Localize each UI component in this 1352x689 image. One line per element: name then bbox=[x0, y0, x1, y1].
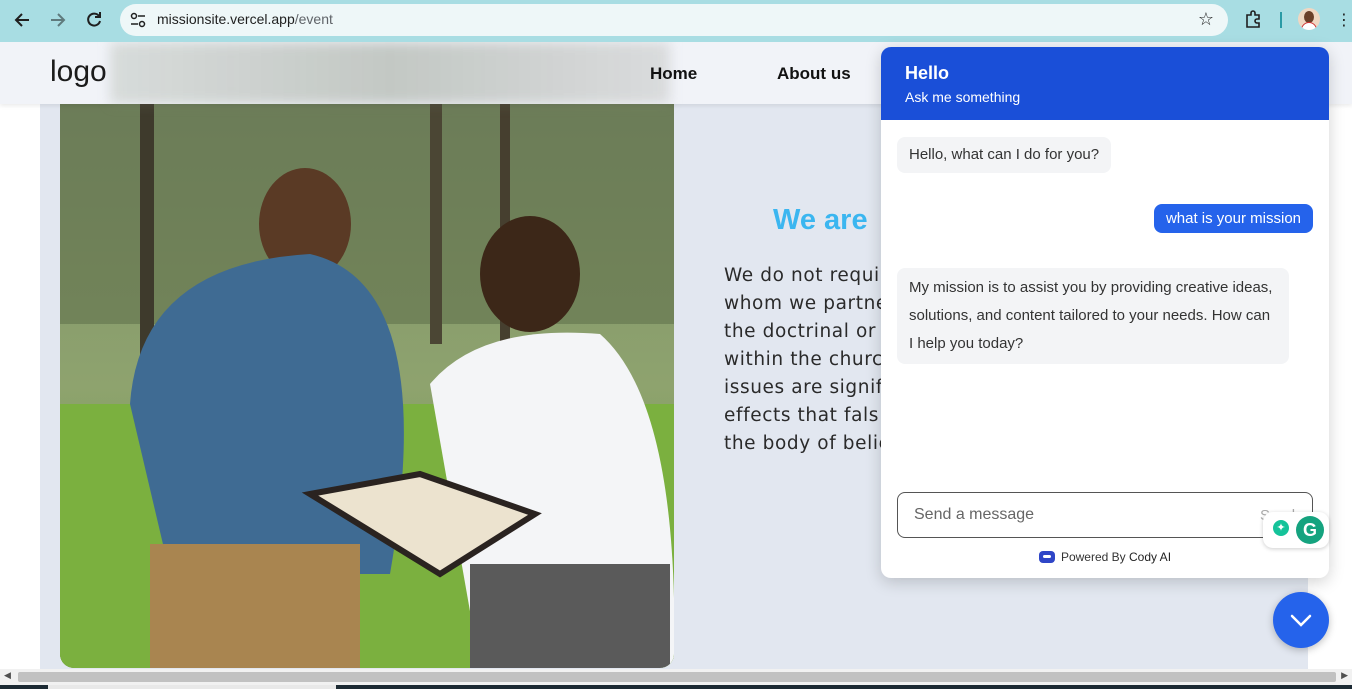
address-bar[interactable]: missionsite.vercel.app/event ☆ bbox=[120, 4, 1228, 36]
url-path: /event bbox=[294, 11, 333, 27]
hero-line: effects that fals bbox=[724, 405, 880, 426]
chat-header: Hello Ask me something bbox=[881, 47, 1329, 120]
nav-about-us[interactable]: About us bbox=[777, 64, 851, 84]
powered-prefix: Powered By bbox=[1060, 550, 1126, 564]
scroll-left-icon[interactable]: ◀ bbox=[4, 671, 11, 681]
profile-avatar-icon[interactable] bbox=[1298, 8, 1320, 30]
chat-widget: Hello Ask me something Hello, what can I… bbox=[881, 47, 1329, 578]
url-host: missionsite.vercel.app bbox=[157, 11, 295, 27]
chat-subtitle: Ask me something bbox=[905, 89, 1021, 105]
toolbar-divider bbox=[1280, 12, 1282, 28]
site-info-icon[interactable] bbox=[130, 12, 146, 28]
hero-line: whom we partne bbox=[724, 293, 884, 314]
hero-line: We do not requi bbox=[724, 265, 880, 286]
user-message: what is your mission bbox=[1153, 204, 1313, 233]
back-arrow-icon[interactable] bbox=[10, 8, 34, 32]
message-input[interactable] bbox=[914, 503, 1234, 527]
hero-photo bbox=[60, 104, 674, 668]
hero-line: within the churc bbox=[724, 349, 883, 370]
reload-icon[interactable] bbox=[82, 8, 106, 32]
taskbar-strip bbox=[0, 685, 1352, 689]
powered-brand: Cody AI bbox=[1129, 550, 1172, 564]
nav-home[interactable]: Home bbox=[650, 64, 697, 84]
bot-message: Hello, what can I do for you? bbox=[897, 137, 1112, 173]
extensions-icon[interactable] bbox=[1244, 9, 1264, 29]
hero-text: We do not requi whom we partne the doctr… bbox=[724, 262, 884, 458]
chevron-down-icon bbox=[1290, 614, 1312, 627]
chat-title: Hello bbox=[905, 63, 950, 83]
browser-toolbar: missionsite.vercel.app/event ☆ ⋮ bbox=[0, 0, 1352, 42]
header-blur bbox=[110, 42, 670, 104]
forward-arrow-icon[interactable] bbox=[46, 8, 70, 32]
hero-line: the doctrinal or bbox=[724, 321, 877, 342]
grammarly-icon[interactable]: G bbox=[1296, 516, 1324, 544]
grammarly-widget[interactable]: ✦ G bbox=[1263, 512, 1329, 548]
site-logo[interactable]: logo bbox=[50, 55, 107, 89]
star-icon[interactable]: ☆ bbox=[1198, 9, 1214, 30]
message-input-box[interactable]: Send bbox=[897, 492, 1313, 538]
bot-message: My mission is to assist you by providing… bbox=[897, 268, 1289, 364]
scrollbar-thumb[interactable] bbox=[18, 672, 1336, 682]
powered-by[interactable]: Powered By Cody AI bbox=[881, 550, 1329, 564]
horizontal-scrollbar[interactable]: ◀ ▶ bbox=[0, 669, 1352, 685]
hero-line: the body of belie bbox=[724, 433, 884, 454]
hero-line: issues are signif bbox=[724, 377, 883, 398]
chat-toggle-button[interactable] bbox=[1273, 592, 1329, 648]
hero-title: We are bbox=[773, 204, 868, 236]
cody-logo-icon bbox=[1038, 551, 1055, 563]
grammarly-bulb-icon[interactable]: ✦ bbox=[1273, 520, 1289, 536]
more-menu-icon[interactable]: ⋮ bbox=[1336, 10, 1352, 30]
scroll-right-icon[interactable]: ▶ bbox=[1341, 671, 1348, 681]
url-text: missionsite.vercel.app/event bbox=[157, 11, 333, 27]
